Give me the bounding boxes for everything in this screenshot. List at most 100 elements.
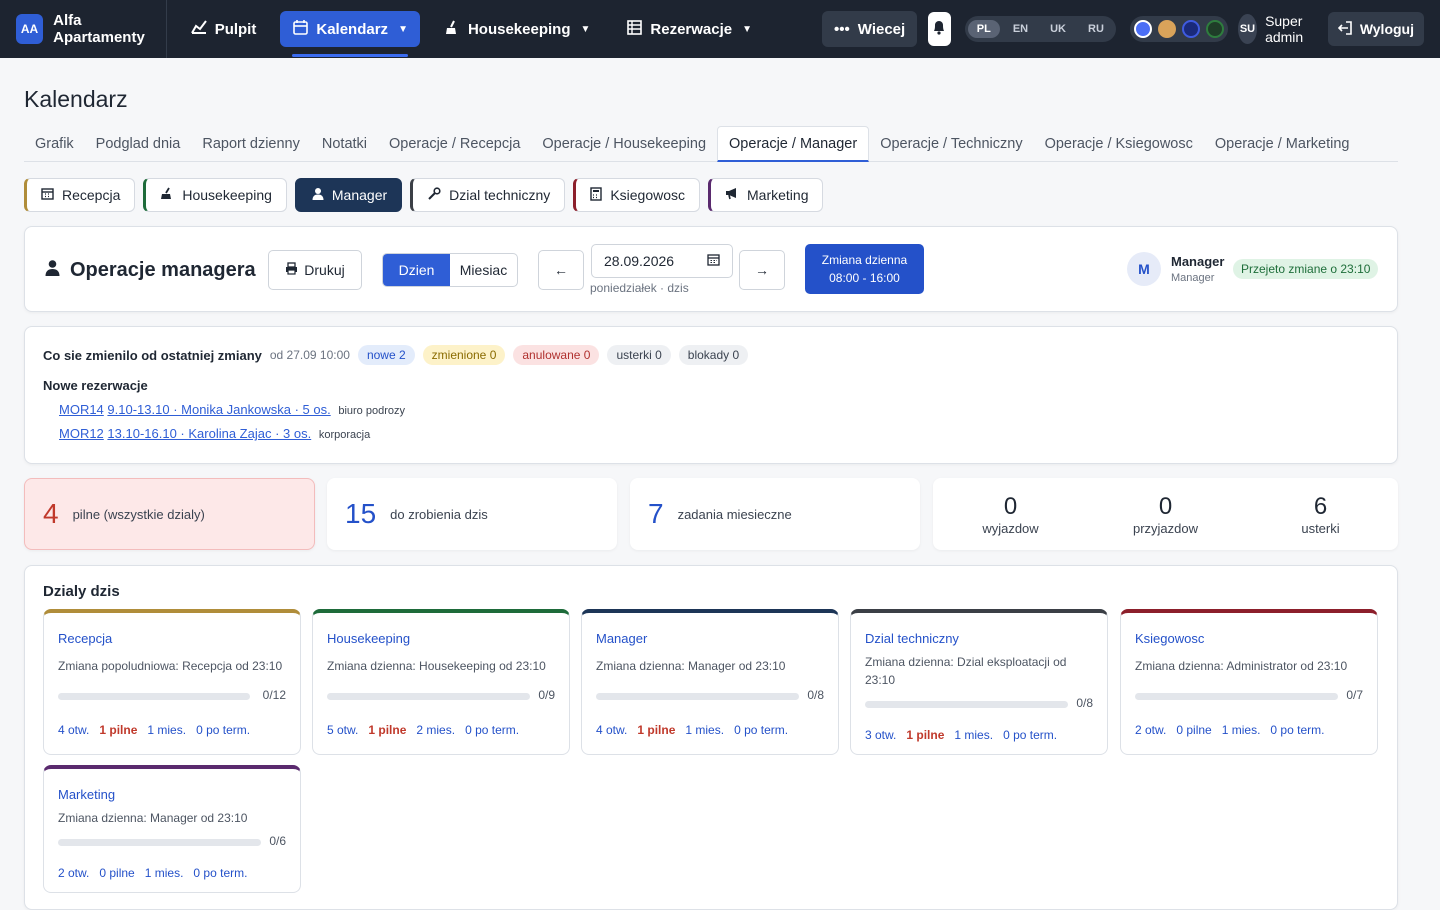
- view-month-button[interactable]: Miesiac: [450, 254, 517, 286]
- dept-button-manager[interactable]: Manager: [294, 178, 403, 212]
- tab-operacje-marketing[interactable]: Operacje / Marketing: [1204, 126, 1361, 162]
- urgent-stat[interactable]: 4 pilne (wszystkie dzialy): [24, 478, 315, 550]
- open-count[interactable]: 3 otw.: [865, 728, 896, 742]
- tab-bar: Grafik Podglad dnia Raport dzienny Notat…: [24, 126, 1398, 162]
- overdue-count[interactable]: 0 po term.: [1003, 728, 1057, 742]
- shift-button[interactable]: Zmiana dzienna 08:00 - 16:00: [805, 244, 924, 294]
- department-card-marketing[interactable]: Marketing Zmiana dzienna: Manager od 23:…: [43, 765, 301, 893]
- tab-operacje-techniczny[interactable]: Operacje / Techniczny: [869, 126, 1033, 162]
- monthly-count[interactable]: 1 mies.: [145, 866, 184, 880]
- dept-button-marketing[interactable]: Marketing: [708, 178, 824, 212]
- department-name[interactable]: Marketing: [58, 787, 115, 802]
- lang-ru[interactable]: RU: [1079, 20, 1113, 38]
- department-name[interactable]: Ksiegowosc: [1135, 631, 1204, 646]
- tab-operacje-manager[interactable]: Operacje / Manager: [717, 126, 870, 162]
- monthly-count[interactable]: 2 mies.: [416, 723, 455, 737]
- lang-uk[interactable]: UK: [1041, 20, 1075, 38]
- overdue-count[interactable]: 0 po term.: [1270, 723, 1324, 737]
- monthly-count[interactable]: 1 mies.: [954, 728, 993, 742]
- dept-label: Recepcja: [62, 187, 121, 203]
- dept-button-dzial-techniczny[interactable]: Dzial techniczny: [410, 178, 566, 212]
- lang-en[interactable]: EN: [1004, 20, 1037, 38]
- reservation-code-link[interactable]: MOR12: [59, 426, 104, 441]
- tab-operacje-housekeeping[interactable]: Operacje / Housekeeping: [531, 126, 717, 162]
- tab-operacje-ksiegowosc[interactable]: Operacje / Ksiegowosc: [1034, 126, 1204, 162]
- progress-bar: [865, 701, 1068, 708]
- urgent-count[interactable]: 1 pilne: [99, 723, 137, 737]
- dept-button-housekeeping[interactable]: Housekeeping: [143, 178, 287, 212]
- nav-item-rezerwacje[interactable]: Rezerwacje ▼: [614, 11, 764, 47]
- urgent-count[interactable]: 0 pilne: [99, 866, 134, 880]
- date-field[interactable]: 28.09.2026: [591, 244, 733, 278]
- tab-grafik[interactable]: Grafik: [24, 126, 85, 162]
- dept-button-recepcja[interactable]: Recepcja: [24, 178, 136, 212]
- overdue-count[interactable]: 0 po term.: [193, 866, 247, 880]
- movement-stats: 0 wyjazdow 0 przyjazdow 6 usterki: [933, 478, 1398, 550]
- more-button[interactable]: ••• Wiecej: [822, 11, 918, 47]
- reservation-code-link[interactable]: MOR14: [59, 402, 104, 417]
- department-card-recepcja[interactable]: Recepcja Zmiana popoludniowa: Recepcja o…: [43, 609, 301, 755]
- view-day-button[interactable]: Dzien: [383, 254, 450, 286]
- date-subtitle: poniedziałek · dzis: [590, 281, 689, 295]
- nav-item-pulpit[interactable]: Pulpit: [179, 11, 269, 47]
- department-name[interactable]: Housekeeping: [327, 631, 410, 646]
- theme-dot-amber[interactable]: [1157, 20, 1176, 38]
- tab-podglad-dnia[interactable]: Podglad dnia: [85, 126, 192, 162]
- tab-notatki[interactable]: Notatki: [311, 126, 378, 162]
- open-count[interactable]: 4 otw.: [596, 723, 627, 737]
- prev-day-button[interactable]: ←: [538, 250, 584, 290]
- wrench-icon: [427, 186, 441, 204]
- logout-button[interactable]: Wyloguj: [1327, 12, 1424, 46]
- urgent-count[interactable]: 0 pilne: [1176, 723, 1211, 737]
- department-name[interactable]: Recepcja: [58, 631, 112, 646]
- tab-raport-dzienny[interactable]: Raport dzienny: [191, 126, 311, 162]
- open-count[interactable]: 4 otw.: [58, 723, 89, 737]
- monthly-count[interactable]: 1 mies.: [685, 723, 724, 737]
- next-day-button[interactable]: →: [739, 250, 785, 290]
- dept-button-ksiegowosc[interactable]: Ksiegowosc: [573, 178, 701, 212]
- lang-pl[interactable]: PL: [967, 20, 1000, 38]
- overdue-count[interactable]: 0 po term.: [465, 723, 519, 737]
- department-card-manager[interactable]: Manager Zmiana dzienna: Manager od 23:10…: [581, 609, 839, 755]
- departures-stat: 0 wyjazdow: [933, 478, 1088, 550]
- department-card-dzial-techniczny[interactable]: Dzial techniczny Zmiana dzienna: Dzial e…: [850, 609, 1108, 755]
- progress-ratio: 0/6: [269, 834, 286, 848]
- print-button[interactable]: Drukuj: [268, 250, 362, 290]
- department-card-housekeeping[interactable]: Housekeeping Zmiana dzienna: Housekeepin…: [312, 609, 570, 755]
- stat-number: 4: [43, 498, 59, 529]
- open-count[interactable]: 2 otw.: [1135, 723, 1166, 737]
- overdue-count[interactable]: 0 po term.: [196, 723, 250, 737]
- department-card-ksiegowosc[interactable]: Ksiegowosc Zmiana dzienna: Administrator…: [1120, 609, 1378, 755]
- new-count-badge: nowe 2: [357, 345, 415, 365]
- bell-icon: [932, 20, 946, 39]
- department-name[interactable]: Dzial techniczny: [865, 631, 959, 646]
- urgent-count[interactable]: 1 pilne: [637, 723, 675, 737]
- monthly-count[interactable]: 1 mies.: [147, 723, 186, 737]
- theme-dot-blue[interactable]: [1133, 20, 1152, 38]
- reservation-link[interactable]: 13.10-16.10 · Karolina Zajac · 3 os.: [107, 426, 311, 441]
- theme-dot-navy[interactable]: [1181, 20, 1200, 38]
- nav-item-kalendarz[interactable]: Kalendarz ▼: [280, 11, 420, 57]
- todo-stat[interactable]: 15 do zrobienia dzis: [327, 478, 617, 550]
- stat-label: wyjazdow: [982, 520, 1039, 536]
- changes-since-last-shift: Co sie zmienilo od ostatniej zmiany od 2…: [24, 326, 1398, 464]
- monthly-stat[interactable]: 7 zadania miesieczne: [630, 478, 920, 550]
- urgent-count[interactable]: 1 pilne: [368, 723, 406, 737]
- progress-bar: [1135, 693, 1338, 700]
- department-name[interactable]: Manager: [596, 631, 647, 646]
- overdue-count[interactable]: 0 po term.: [734, 723, 788, 737]
- progress-ratio: 0/8: [1076, 696, 1093, 710]
- reservation-link[interactable]: 9.10-13.10 · Monika Jankowska · 5 os.: [107, 402, 330, 417]
- theme-dot-green[interactable]: [1205, 20, 1224, 38]
- chevron-down-icon: ▼: [580, 23, 591, 35]
- open-count[interactable]: 2 otw.: [58, 866, 89, 880]
- user-menu[interactable]: SU Super admin: [1237, 13, 1316, 45]
- brand[interactable]: AA Alfa Apartamenty: [16, 0, 167, 58]
- monthly-count[interactable]: 1 mies.: [1222, 723, 1261, 737]
- nav-item-housekeeping[interactable]: Housekeeping ▼: [432, 11, 602, 47]
- tab-operacje-recepcja[interactable]: Operacje / Recepcja: [378, 126, 531, 162]
- department-stats: 5 otw. 1 pilne 2 mies. 0 po term.: [327, 723, 519, 737]
- notifications-button[interactable]: [928, 12, 951, 46]
- urgent-count[interactable]: 1 pilne: [906, 728, 944, 742]
- open-count[interactable]: 5 otw.: [327, 723, 358, 737]
